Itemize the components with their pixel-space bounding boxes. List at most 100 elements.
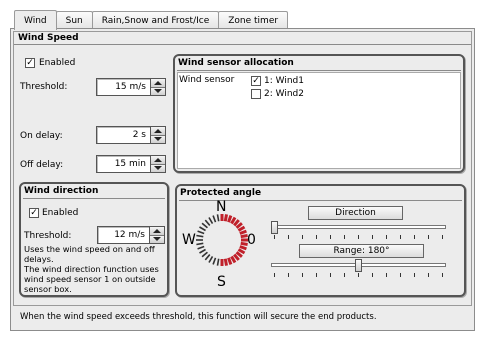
slider-tick (344, 235, 345, 239)
dial-tick-protected (239, 245, 247, 251)
arrow-down-icon (154, 137, 162, 142)
compass-south-label: S (217, 274, 226, 290)
wind-speed-threshold-stepper[interactable]: 15 m/s (96, 78, 166, 96)
slider-tick (414, 235, 415, 239)
wind-direction-title: Wind direction (24, 186, 99, 196)
wind-direction-threshold-stepper[interactable]: 12 m/s (97, 226, 165, 244)
dial-tick-protected (227, 257, 233, 265)
arrow-down-icon (154, 166, 162, 171)
direction-slider-thumb[interactable] (271, 221, 278, 234)
slider-tick (428, 273, 429, 277)
tab-wind[interactable]: Wind (14, 10, 57, 30)
dial-tick (208, 217, 214, 224)
slider-tick (330, 235, 331, 239)
dial-tick-protected (230, 255, 237, 264)
slider-tick (400, 235, 401, 239)
wind-direction-threshold-label: Threshold: (24, 231, 72, 241)
direction-slider-track[interactable] (271, 225, 446, 229)
slider-tick (442, 273, 443, 277)
dial-tick (201, 251, 208, 258)
wind1-checkbox[interactable]: ✓ (251, 76, 261, 86)
dial-tick (199, 248, 206, 254)
slider-tick (442, 235, 443, 239)
dial-tick-protected (239, 229, 247, 235)
divider (23, 198, 165, 199)
dial-tick (196, 234, 204, 238)
compass-west-label: W (182, 232, 196, 248)
wind-direction-enabled-checkbox[interactable]: ✓ (29, 208, 39, 218)
slider-tick (330, 273, 331, 277)
divider (177, 70, 461, 71)
decrement-button[interactable] (151, 163, 165, 172)
compass-dial (196, 214, 248, 266)
range-slider-thumb[interactable] (355, 259, 362, 272)
wind-speed-title: Wind Speed (14, 32, 471, 45)
dial-tick (197, 230, 205, 235)
on-delay-label: On delay: (20, 131, 63, 141)
arrow-up-icon (153, 228, 161, 233)
slider-tick (302, 273, 303, 277)
wind-speed-threshold-label: Threshold: (20, 82, 68, 92)
arrow-up-icon (154, 157, 162, 162)
dial-tick (216, 258, 220, 266)
off-delay-input[interactable]: 15 min (96, 155, 150, 173)
dial-tick (212, 257, 217, 265)
protected-angle-title: Protected angle (180, 188, 262, 198)
slider-tick (386, 273, 387, 277)
off-delay-stepper[interactable]: 15 min (96, 155, 166, 173)
tab-zone-timer[interactable]: Zone timer (218, 11, 289, 29)
wind-direction-group: Wind direction ✓ Enabled Threshold: 12 m… (19, 182, 169, 297)
on-delay-stepper[interactable]: 2 s (96, 126, 166, 144)
tab-sun-label: Sun (65, 15, 83, 26)
increment-button[interactable] (151, 79, 165, 87)
wind-tab-panel: Wind Speed ✓ Enabled Threshold: 15 m/s O… (10, 28, 475, 331)
arrow-up-icon (154, 80, 162, 85)
dial-tick (197, 245, 205, 250)
slider-tick (358, 273, 359, 277)
tab-sun[interactable]: Sun (55, 11, 93, 29)
wind-direction-enabled-label: Enabled (42, 208, 79, 218)
dial-tick-protected (230, 216, 237, 225)
slider-tick (274, 235, 275, 239)
dial-tick-protected (240, 234, 248, 239)
dial-tick-protected (223, 258, 228, 266)
slider-tick (428, 235, 429, 239)
increment-button[interactable] (151, 156, 165, 164)
increment-button[interactable] (151, 127, 165, 135)
tab-rain-snow-frost-label: Rain,Snow and Frost/Ice (101, 15, 210, 26)
tab-rain-snow-frost[interactable]: Rain,Snow and Frost/Ice (91, 11, 220, 29)
tab-wind-label: Wind (24, 15, 47, 26)
dial-tick (212, 215, 217, 223)
dial-tick-protected (237, 248, 246, 255)
decrement-button[interactable] (150, 234, 164, 243)
off-delay-label: Off delay: (20, 160, 64, 170)
wind-sensor-list: Wind sensor ✓ 1: Wind1 2: Wind2 (177, 72, 461, 169)
protected-angle-group: Protected angle N W 0 S Direction Range:… (175, 184, 466, 297)
dial-tick (204, 254, 211, 261)
dial-tick (201, 222, 208, 229)
decrement-button[interactable] (151, 86, 165, 95)
wind-speed-threshold-input[interactable]: 15 m/s (96, 78, 150, 96)
slider-tick (316, 235, 317, 239)
wind-sensor-allocation-title: Wind sensor allocation (178, 58, 294, 68)
wind1-label: 1: Wind1 (264, 76, 304, 86)
wind-direction-threshold-input[interactable]: 12 m/s (97, 226, 149, 244)
wind-sensor-allocation-group: Wind sensor allocation Wind sensor ✓ 1: … (173, 54, 465, 173)
increment-button[interactable] (150, 227, 164, 235)
wind-speed-enabled-checkbox[interactable]: ✓ (25, 58, 35, 68)
settings-window: Wind Sun Rain,Snow and Frost/Ice Zone ti… (0, 0, 483, 344)
tab-zone-timer-label: Zone timer (228, 15, 279, 26)
dial-tick (208, 256, 214, 263)
wind2-label: 2: Wind2 (264, 89, 304, 99)
slider-tick (344, 273, 345, 277)
direction-button[interactable]: Direction (308, 206, 403, 220)
range-button[interactable]: Range: 180° (299, 244, 424, 258)
tab-bar: Wind Sun Rain,Snow and Frost/Ice Zone ti… (14, 10, 289, 30)
slider-tick (400, 273, 401, 277)
on-delay-input[interactable]: 2 s (96, 126, 150, 144)
slider-tick (386, 235, 387, 239)
slider-tick (316, 273, 317, 277)
slider-tick (288, 273, 289, 277)
wind2-checkbox[interactable] (251, 89, 261, 99)
decrement-button[interactable] (151, 134, 165, 143)
